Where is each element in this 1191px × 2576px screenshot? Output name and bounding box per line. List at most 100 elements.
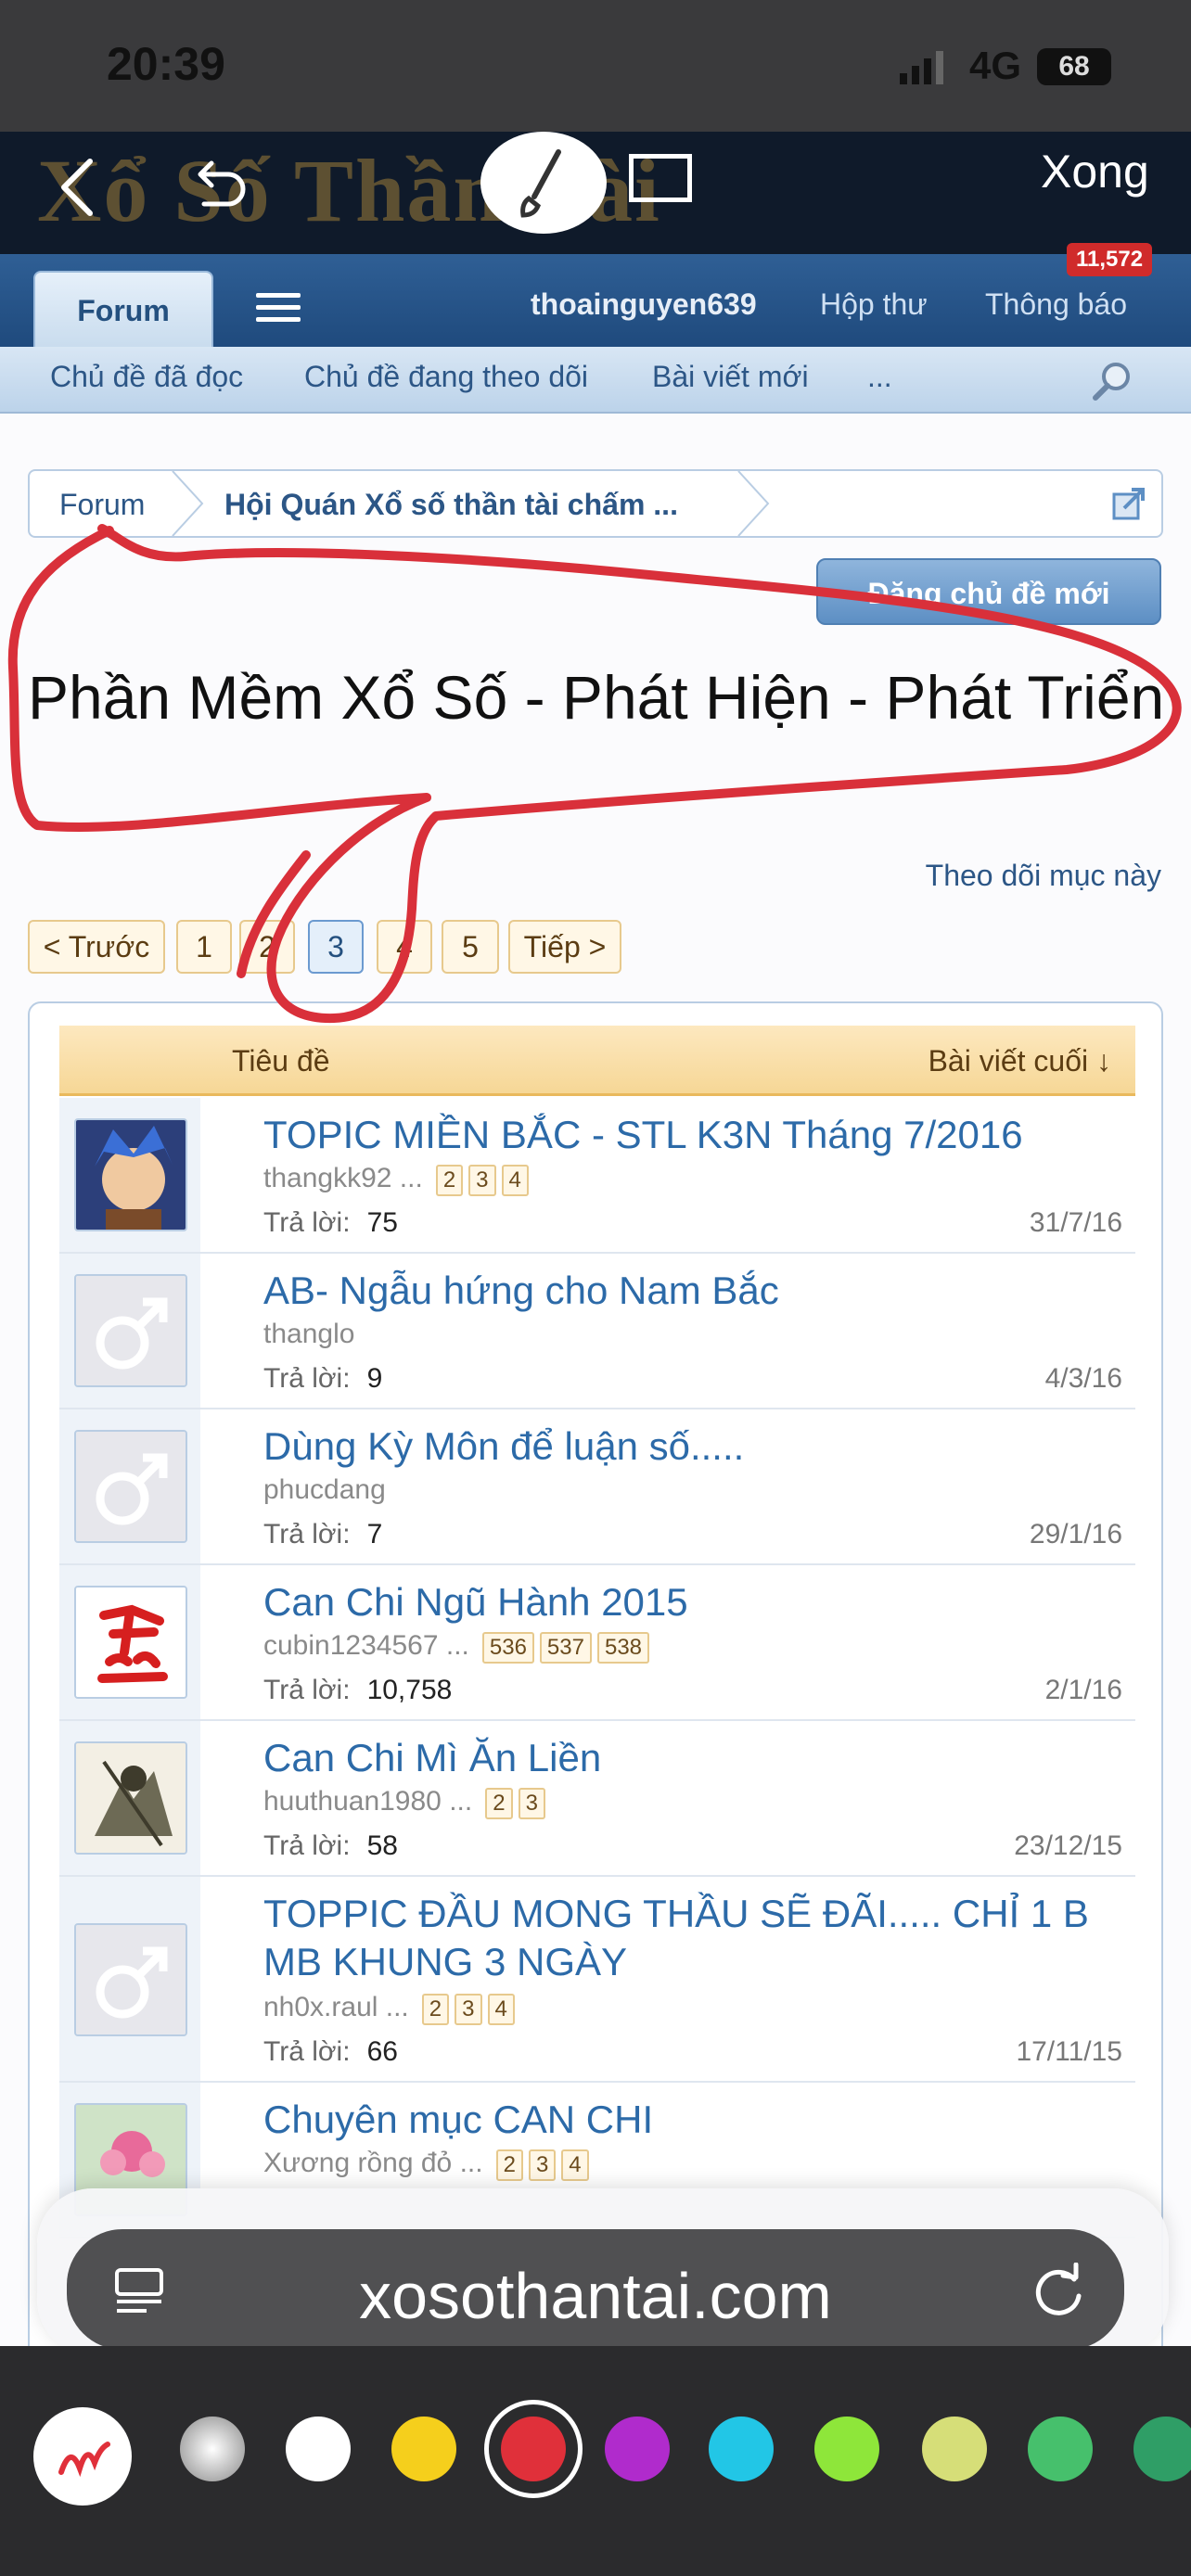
thread-page-link[interactable]: 3 bbox=[528, 2149, 557, 2181]
thread-page-link[interactable]: 4 bbox=[501, 1165, 529, 1196]
marker-tool-icon[interactable] bbox=[33, 2407, 132, 2506]
thread-row[interactable]: AB- Ngẫu hứng cho Nam Bắc thanglo Trả lờ… bbox=[59, 1254, 1135, 1409]
male-placeholder-icon[interactable] bbox=[74, 1274, 187, 1387]
thread-title[interactable]: AB- Ngẫu hứng cho Nam Bắc bbox=[263, 1267, 1117, 1315]
page-1[interactable]: 1 bbox=[176, 920, 232, 974]
nav-alerts[interactable]: Thông báo bbox=[985, 287, 1127, 322]
prev-page-button[interactable]: < Trước bbox=[28, 920, 165, 974]
thread-row[interactable]: TOPIC MIỀN BẮC - STL K3N Tháng 7/2016 th… bbox=[59, 1098, 1135, 1254]
thread-last-post-date[interactable]: 29/1/16 bbox=[1030, 1519, 1122, 1550]
thread-page-link[interactable]: 3 bbox=[518, 1788, 545, 1819]
thread-title[interactable]: Can Chi Ngũ Hành 2015 bbox=[263, 1578, 1117, 1626]
thread-replies: Trả lời: 7 bbox=[263, 1519, 383, 1549]
thread-author-name[interactable]: huuthuan1980 bbox=[263, 1786, 442, 1817]
address-bar[interactable]: xosothantai.com bbox=[67, 2229, 1124, 2350]
subnav-watched-threads[interactable]: Chủ đề đang theo dõi bbox=[304, 360, 588, 394]
page-3-current[interactable]: 3 bbox=[308, 920, 364, 974]
thread-title[interactable]: TOPIC MIỀN BẮC - STL K3N Tháng 7/2016 bbox=[263, 1111, 1117, 1159]
color-swatch-white[interactable] bbox=[286, 2417, 351, 2481]
thread-page-link[interactable]: 2 bbox=[421, 1994, 450, 2025]
red-character-avatar[interactable] bbox=[74, 1586, 187, 1699]
subnav-read-threads[interactable]: Chủ đề đã đọc bbox=[50, 360, 243, 394]
undo-icon[interactable] bbox=[186, 154, 250, 219]
warrior-avatar[interactable] bbox=[74, 1741, 187, 1855]
thread-page-link[interactable]: 2 bbox=[485, 1788, 513, 1819]
reload-icon[interactable] bbox=[1030, 2263, 1087, 2320]
column-title[interactable]: Tiêu đề bbox=[232, 1044, 330, 1078]
thread-pages-ellipsis: ... bbox=[459, 2148, 483, 2178]
subnav-new-posts[interactable]: Bài viết mới bbox=[652, 360, 809, 394]
page-2[interactable]: 2 bbox=[239, 920, 295, 974]
thread-author-name[interactable]: phucdang bbox=[263, 1474, 386, 1506]
thread-author: huuthuan1980 ... 2 3 bbox=[263, 1786, 551, 1819]
color-swatch-lime[interactable] bbox=[814, 2417, 879, 2481]
thread-replies: Trả lời: 10,758 bbox=[263, 1675, 453, 1705]
brush-tool-icon[interactable] bbox=[480, 132, 607, 234]
search-icon[interactable] bbox=[1091, 360, 1133, 402]
color-swatch-yellow[interactable] bbox=[391, 2417, 456, 2481]
next-page-button[interactable]: Tiếp > bbox=[508, 920, 621, 974]
thread-pages-ellipsis: ... bbox=[449, 1786, 473, 1817]
thread-author-name[interactable]: Xương rồng đỏ bbox=[263, 2148, 452, 2178]
thread-author-name[interactable]: thanglo bbox=[263, 1319, 354, 1350]
back-icon[interactable] bbox=[51, 150, 107, 224]
breadcrumb-current[interactable]: Hội Quán Xổ số thần tài chấm ... bbox=[224, 488, 678, 522]
jump-to-icon[interactable] bbox=[1111, 486, 1146, 521]
forum-subnav: Chủ đề đã đọc Chủ đề đang theo dõi Bài v… bbox=[0, 347, 1191, 414]
thread-author-name[interactable]: thangkk92 bbox=[263, 1163, 391, 1193]
thread-page-link[interactable]: 4 bbox=[561, 2149, 589, 2181]
post-new-thread-button[interactable]: Đăng chủ đề mới bbox=[816, 558, 1161, 625]
male-placeholder-icon[interactable] bbox=[74, 1430, 187, 1543]
thread-row[interactable]: Can Chi Mì Ăn Liền huuthuan1980 ... 2 3 Tr… bbox=[59, 1721, 1135, 1877]
thread-title[interactable]: TOPPIC ĐẦU MONG THẦU SẼ ĐÃI..... CHỈ 1 B… bbox=[263, 1890, 1117, 1986]
thread-page-link[interactable]: 536 bbox=[481, 1632, 534, 1664]
thread-page-link[interactable]: 2 bbox=[495, 2149, 523, 2181]
thread-page-link[interactable]: 3 bbox=[455, 1994, 482, 2025]
thread-last-post-date[interactable]: 4/3/16 bbox=[1045, 1363, 1122, 1395]
column-last-post[interactable]: Bài viết cuối ↓ bbox=[928, 1044, 1111, 1078]
tab-forum[interactable]: Forum bbox=[33, 271, 213, 347]
color-swatch-purple[interactable] bbox=[605, 2417, 670, 2481]
thread-replies: Trả lời: 9 bbox=[263, 1363, 383, 1394]
thread-page-link[interactable]: 537 bbox=[539, 1632, 592, 1664]
thread-title[interactable]: Chuyên mục CAN CHI bbox=[263, 2096, 1117, 2144]
thread-last-post-date[interactable]: 23/12/15 bbox=[1014, 1830, 1122, 1862]
thread-last-post-date[interactable]: 31/7/16 bbox=[1030, 1207, 1122, 1239]
nav-inbox[interactable]: Hộp thư bbox=[820, 287, 928, 322]
color-swatch-khaki[interactable] bbox=[922, 2417, 987, 2481]
follow-forum-link[interactable]: Theo dõi mục này bbox=[926, 859, 1161, 893]
thread-page-link[interactable]: 538 bbox=[596, 1632, 650, 1664]
color-swatch-cyan[interactable] bbox=[709, 2417, 774, 2481]
shape-tool-icon[interactable] bbox=[629, 154, 692, 202]
thread-last-post-date[interactable]: 17/11/15 bbox=[1016, 2036, 1122, 2068]
thread-row[interactable]: Dùng Kỳ Môn để luận số..... phucdang Trả… bbox=[59, 1409, 1135, 1565]
color-swatch-red[interactable] bbox=[501, 2417, 566, 2481]
url-text[interactable]: xosothantai.com bbox=[67, 2259, 1124, 2333]
thread-author-name[interactable]: nh0x.raul bbox=[263, 1992, 378, 2022]
thread-author-name[interactable]: cubin1234567 bbox=[263, 1630, 439, 1661]
thread-list-header: Tiêu đề Bài viết cuối ↓ bbox=[59, 1026, 1135, 1096]
thread-page-link[interactable]: 4 bbox=[487, 1994, 515, 2025]
male-placeholder-icon[interactable] bbox=[74, 1923, 187, 2036]
thread-page-link[interactable]: 3 bbox=[468, 1165, 496, 1196]
thread-page-link[interactable]: 2 bbox=[435, 1165, 464, 1196]
thread-title[interactable]: Dùng Kỳ Môn để luận số..... bbox=[263, 1422, 1117, 1471]
nav-username[interactable]: thoainguyen639 bbox=[531, 287, 757, 322]
thread-author: cubin1234567 ... 536 537 538 bbox=[263, 1630, 655, 1664]
thread-last-post-date[interactable]: 2/1/16 bbox=[1045, 1675, 1122, 1706]
thread-row[interactable]: Can Chi Ngũ Hành 2015 cubin1234567 ... 53… bbox=[59, 1565, 1135, 1721]
subnav-more[interactable]: ... bbox=[867, 360, 892, 394]
anime-avatar[interactable] bbox=[74, 1118, 187, 1231]
color-swatch-teal[interactable] bbox=[1133, 2417, 1191, 2481]
page-4[interactable]: 4 bbox=[377, 920, 432, 974]
markup-color-palette bbox=[0, 2346, 1191, 2576]
breadcrumb-separator bbox=[737, 471, 770, 536]
thread-title[interactable]: Can Chi Mì Ăn Liền bbox=[263, 1734, 1117, 1782]
menu-icon[interactable] bbox=[256, 293, 301, 323]
page-5[interactable]: 5 bbox=[442, 920, 499, 974]
color-swatch-green[interactable] bbox=[1028, 2417, 1093, 2481]
thread-row[interactable]: TOPPIC ĐẦU MONG THẦU SẼ ĐÃI..... CHỈ 1 B… bbox=[59, 1877, 1135, 2083]
breadcrumb-forum[interactable]: Forum bbox=[59, 488, 145, 522]
done-button[interactable]: Xong bbox=[1041, 145, 1149, 198]
color-swatch-gray[interactable] bbox=[180, 2417, 245, 2481]
